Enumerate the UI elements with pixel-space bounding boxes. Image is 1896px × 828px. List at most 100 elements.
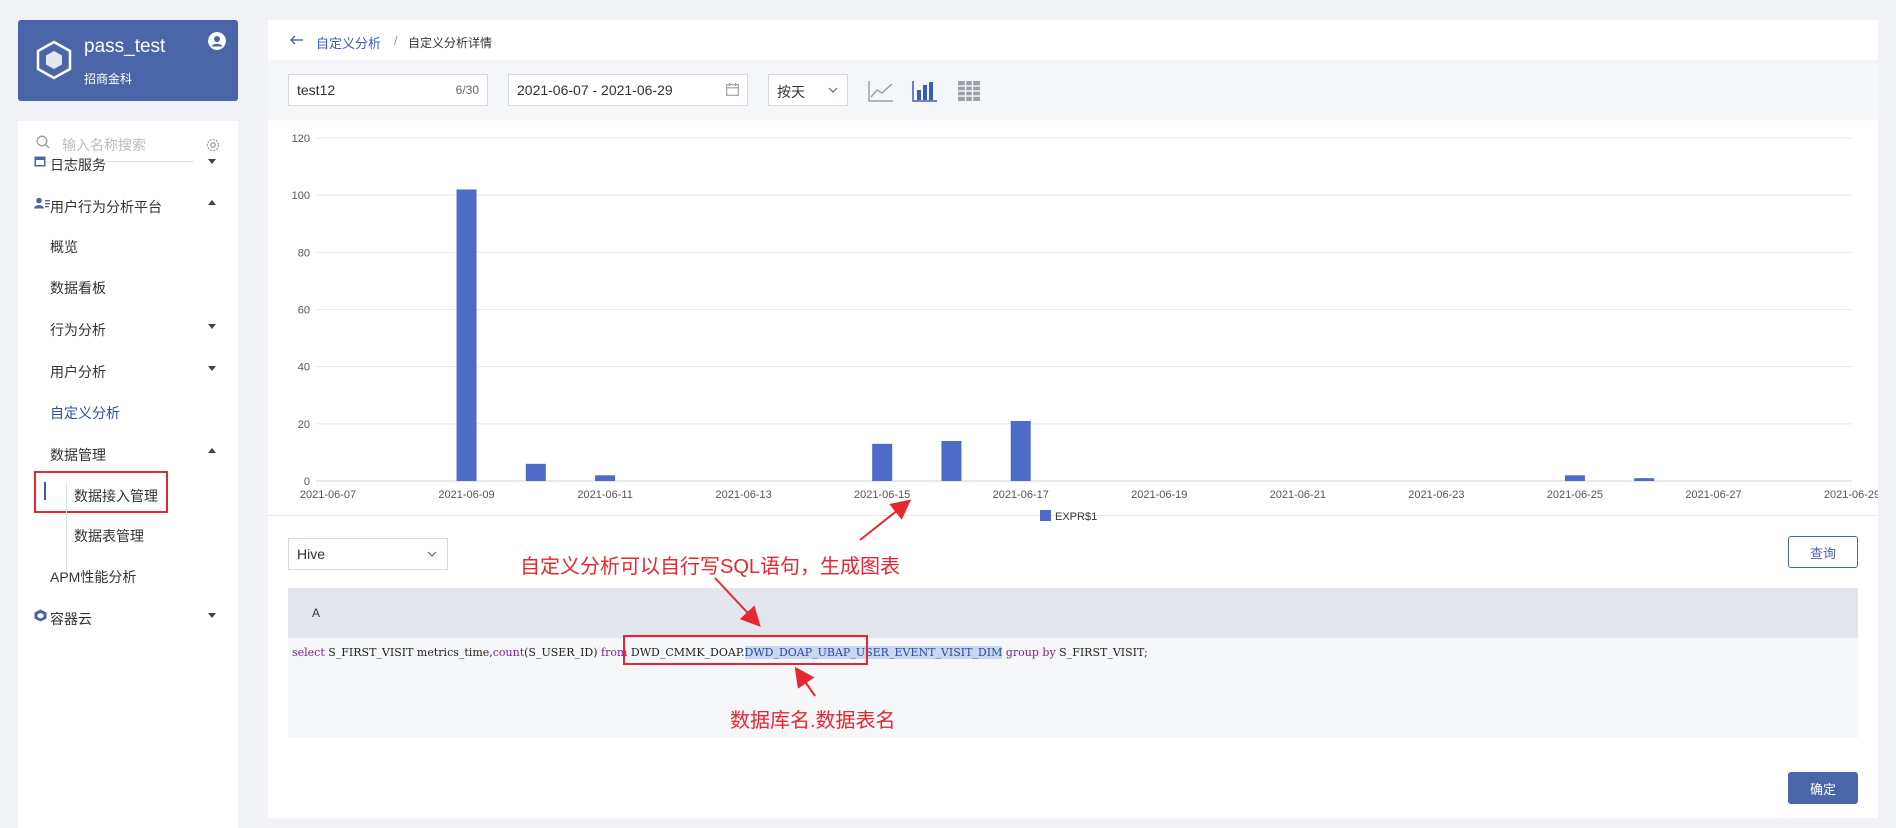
bar-chart-icon[interactable] bbox=[912, 80, 938, 102]
chart-bar bbox=[1564, 475, 1585, 481]
y-tick-label: 120 bbox=[292, 133, 310, 145]
sidebar-item-label: 容器云 bbox=[50, 611, 92, 627]
x-tick-label: 2021-06-15 bbox=[854, 489, 910, 501]
main-panel: 自定义分析 / 自定义分析详情 6/30 2021-06-07 - 2021-0… bbox=[268, 20, 1881, 818]
x-tick-label: 2021-06-29 bbox=[1824, 489, 1878, 501]
back-arrow-icon[interactable] bbox=[290, 35, 304, 45]
query-button[interactable]: 查询 bbox=[1788, 536, 1858, 568]
granularity-value: 按天 bbox=[777, 84, 805, 100]
legend-label: EXPR$1 bbox=[1055, 511, 1098, 523]
sidebar-item-label: 日志服务 bbox=[50, 157, 106, 173]
engine-value: Hive bbox=[297, 546, 326, 562]
sidebar-item-custom-analysis[interactable]: 自定义分析 bbox=[18, 395, 238, 425]
chart-bar bbox=[595, 475, 616, 481]
sidebar-item-apm[interactable]: APM性能分析 bbox=[18, 559, 238, 589]
x-tick-label: 2021-06-13 bbox=[715, 489, 771, 501]
y-tick-label: 40 bbox=[298, 362, 310, 374]
breadcrumb: 自定义分析 / 自定义分析详情 bbox=[268, 20, 1878, 60]
sql-editor[interactable]: select S_FIRST_VISIT metrics_time,count(… bbox=[288, 638, 1858, 738]
sidebar-item-label: 数据看板 bbox=[50, 280, 106, 296]
x-tick-label: 2021-06-19 bbox=[1131, 489, 1187, 501]
calendar-icon bbox=[726, 83, 739, 96]
granularity-select[interactable]: 按天 bbox=[768, 74, 848, 106]
annotation-highlight-box bbox=[623, 635, 868, 665]
date-range-picker[interactable]: 2021-06-07 - 2021-06-29 bbox=[508, 74, 748, 106]
chevron-down-icon bbox=[208, 324, 216, 329]
table-icon[interactable] bbox=[956, 80, 982, 102]
chart-bar bbox=[872, 443, 893, 481]
sidebar-item-behavior-analysis[interactable]: 行为分析 bbox=[18, 312, 238, 342]
name-char-count: 6/30 bbox=[455, 83, 479, 97]
x-tick-label: 2021-06-27 bbox=[1685, 489, 1741, 501]
app-card: pass_test 招商金科 bbox=[18, 20, 238, 101]
sql-keyword: select bbox=[292, 646, 325, 659]
sidebar-item-user-analysis[interactable]: 用户分析 bbox=[18, 354, 238, 384]
sidebar-item-label: 自定义分析 bbox=[50, 405, 120, 421]
sidebar-item-label: APM性能分析 bbox=[50, 569, 137, 585]
x-tick-label: 2021-06-23 bbox=[1408, 489, 1464, 501]
x-tick-label: 2021-06-07 bbox=[300, 489, 356, 501]
sidebar-item-dashboard[interactable]: 数据看板 bbox=[18, 270, 238, 300]
annotation-text: 自定义分析可以自行写SQL语句，生成图表 bbox=[520, 556, 901, 578]
chart-bar bbox=[1634, 478, 1655, 481]
chart-area: 0 20 40 60 80 100 120 2021-06-07 2021-06-09 2021-… bbox=[268, 120, 1881, 523]
sidebar: 日志服务 用户行为分析平台 概览 数据看板 行为分析 用户分析 自定义分析 数据… bbox=[18, 121, 238, 828]
sql-keyword: group by bbox=[1005, 646, 1056, 659]
breadcrumb-parent[interactable]: 自定义分析 bbox=[316, 33, 381, 52]
calendar-icon bbox=[34, 156, 46, 167]
sql-function: count bbox=[492, 646, 525, 659]
chevron-down-icon bbox=[208, 366, 216, 371]
confirm-button[interactable]: 确定 bbox=[1788, 772, 1858, 804]
chart-bar bbox=[525, 463, 546, 481]
y-tick-label: 20 bbox=[298, 419, 310, 431]
chevron-down-icon bbox=[208, 159, 216, 164]
sidebar-item-user-behavior[interactable]: 用户行为分析平台 bbox=[18, 189, 238, 219]
user-group-icon bbox=[34, 197, 50, 209]
toolbar: 6/30 2021-06-07 - 2021-06-29 按天 bbox=[268, 60, 1878, 120]
sidebar-item-label: 用户行为分析平台 bbox=[50, 199, 162, 215]
sidebar-item-label: 数据接入管理 bbox=[74, 488, 158, 504]
engine-select[interactable]: Hive bbox=[288, 538, 448, 570]
breadcrumb-separator: / bbox=[394, 33, 398, 48]
sql-text: (S_USER_ID) bbox=[524, 646, 602, 659]
sidebar-item-data-ingestion[interactable]: 数据接入管理 bbox=[18, 478, 238, 508]
y-tick-label: 80 bbox=[298, 247, 310, 259]
app-name: pass_test bbox=[84, 36, 166, 57]
chevron-up-icon bbox=[208, 448, 216, 453]
sidebar-item-label: 用户分析 bbox=[50, 364, 106, 380]
sidebar-item-label: 数据管理 bbox=[50, 447, 106, 463]
sidebar-item-overview[interactable]: 概览 bbox=[18, 229, 238, 259]
chevron-down-icon bbox=[427, 551, 437, 557]
sidebar-item-label: 数据表管理 bbox=[74, 528, 144, 544]
chart-legend[interactable]: EXPR$1 bbox=[1040, 510, 1097, 523]
sidebar-item-log-service[interactable]: 日志服务 bbox=[18, 147, 238, 177]
breadcrumb-current: 自定义分析详情 bbox=[408, 36, 493, 50]
cube-icon bbox=[34, 609, 47, 622]
line-chart-icon[interactable] bbox=[868, 80, 894, 102]
x-tick-label: 2021-06-11 bbox=[577, 489, 632, 501]
x-tick-label: 2021-06-25 bbox=[1547, 489, 1603, 501]
app-subtitle: 招商金科 bbox=[84, 72, 133, 86]
y-tick-label: 0 bbox=[304, 476, 310, 488]
bar-chart: 0 20 40 60 80 100 120 2021-06-07 2021-06-09 2021-… bbox=[292, 133, 1881, 501]
sql-text: S_FIRST_VISIT; bbox=[1055, 646, 1148, 659]
chart-bar bbox=[1010, 420, 1031, 481]
sidebar-item-data-management[interactable]: 数据管理 bbox=[18, 437, 238, 467]
x-tick-label: 2021-06-21 bbox=[1270, 489, 1326, 501]
column-header: A bbox=[312, 606, 321, 620]
sidebar-item-container-cloud[interactable]: 容器云 bbox=[18, 601, 238, 631]
annotation-text: 数据库名.数据表名 bbox=[730, 710, 896, 732]
chevron-up-icon bbox=[208, 200, 216, 205]
y-tick-label: 60 bbox=[298, 305, 310, 317]
x-tick-label: 2021-06-09 bbox=[438, 489, 494, 501]
sidebar-item-label: 行为分析 bbox=[50, 322, 106, 338]
chevron-down-icon bbox=[208, 613, 216, 618]
analysis-name-field[interactable]: 6/30 bbox=[288, 74, 488, 106]
user-circle-icon[interactable] bbox=[208, 32, 226, 50]
sidebar-item-label: 概览 bbox=[50, 239, 78, 255]
app-logo-icon bbox=[36, 40, 72, 80]
x-tick-label: 2021-06-17 bbox=[993, 489, 1049, 501]
sql-editor-header: A bbox=[288, 588, 1858, 638]
analysis-name-input[interactable] bbox=[297, 82, 437, 98]
sidebar-item-table-management[interactable]: 数据表管理 bbox=[18, 518, 238, 548]
